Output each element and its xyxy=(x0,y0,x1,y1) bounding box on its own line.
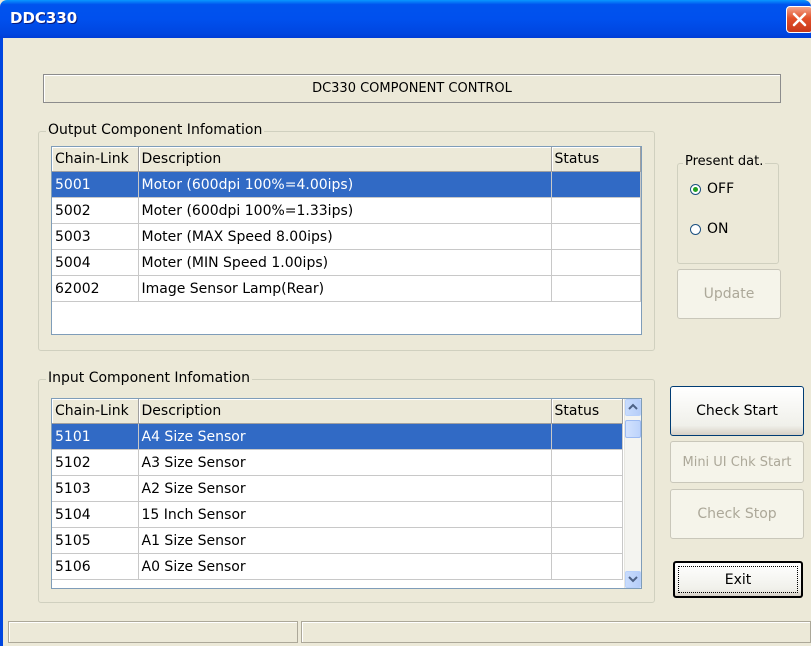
column-header-chain-link[interactable]: Chain-Link xyxy=(52,147,139,172)
radio-off[interactable]: OFF xyxy=(690,181,734,197)
scroll-up-button[interactable] xyxy=(625,399,641,416)
chain-link-cell: 5002 xyxy=(52,197,139,224)
output-row[interactable]: 5002 Moter (600dpi 100%=1.33ips) xyxy=(52,197,641,224)
radio-on-label: ON xyxy=(707,221,729,237)
check-start-button[interactable]: Check Start xyxy=(670,386,804,436)
close-icon xyxy=(792,12,807,27)
output-row[interactable]: 5001 Motor (600dpi 100%=4.00ips) xyxy=(52,171,641,198)
status-cell xyxy=(551,423,623,450)
column-header-description[interactable]: Description xyxy=(138,399,552,424)
window-border xyxy=(0,38,3,646)
chain-link-cell: 5104 xyxy=(52,501,139,528)
present-data-legend: Present dat. xyxy=(683,154,766,170)
output-row[interactable]: 5004 Moter (MIN Speed 1.00ips) xyxy=(52,249,641,276)
description-cell: 15 Inch Sensor xyxy=(138,501,552,528)
status-cell xyxy=(551,197,641,224)
output-header-row: Chain-Link Description Status xyxy=(52,147,641,172)
column-header-status[interactable]: Status xyxy=(551,147,641,172)
mini-ui-check-start-button[interactable]: Mini UI Chk Start xyxy=(670,441,804,483)
output-group-legend: Output Component Infomation xyxy=(46,122,265,138)
status-cell xyxy=(551,171,641,198)
status-cell xyxy=(551,527,623,554)
chain-link-cell: 5105 xyxy=(52,527,139,554)
radio-off-indicator[interactable] xyxy=(690,183,701,195)
status-pane-right xyxy=(301,621,811,643)
close-button[interactable] xyxy=(786,6,811,33)
scroll-thumb[interactable] xyxy=(625,420,641,438)
output-component-list[interactable]: Chain-Link Description Status 5001 Motor… xyxy=(51,146,642,335)
column-header-description[interactable]: Description xyxy=(138,147,552,172)
exit-button[interactable]: Exit xyxy=(673,561,803,598)
description-cell: A1 Size Sensor xyxy=(138,527,552,554)
description-cell: Image Sensor Lamp(Rear) xyxy=(138,275,552,302)
status-cell xyxy=(551,553,623,580)
status-cell xyxy=(551,275,641,302)
chain-link-cell: 5103 xyxy=(52,475,139,502)
status-pane-left xyxy=(8,621,298,643)
scroll-down-button[interactable] xyxy=(625,571,641,588)
radio-off-label: OFF xyxy=(707,181,735,197)
description-cell: Moter (MIN Speed 1.00ips) xyxy=(138,249,552,276)
column-header-chain-link[interactable]: Chain-Link xyxy=(52,399,139,424)
check-stop-button[interactable]: Check Stop xyxy=(670,489,804,539)
chain-link-cell: 5004 xyxy=(52,249,139,276)
status-cell xyxy=(551,501,623,528)
input-header-row: Chain-Link Description Status xyxy=(52,399,623,424)
chain-link-cell: 5003 xyxy=(52,223,139,250)
input-row[interactable]: 5104 15 Inch Sensor xyxy=(52,501,623,528)
description-cell: Moter (600dpi 100%=1.33ips) xyxy=(138,197,552,224)
focus-rectangle xyxy=(678,566,798,593)
column-header-status[interactable]: Status xyxy=(551,399,623,424)
input-list-scrollbar[interactable] xyxy=(624,399,641,588)
window-title: DDC330 xyxy=(10,9,78,27)
output-row[interactable]: 5003 Moter (MAX Speed 8.00ips) xyxy=(52,223,641,250)
description-cell: A2 Size Sensor xyxy=(138,475,552,502)
title-bar[interactable]: DDC330 xyxy=(0,0,811,38)
output-row[interactable]: 62002 Image Sensor Lamp(Rear) xyxy=(52,275,641,302)
chain-link-cell: 5106 xyxy=(52,553,139,580)
present-data-group xyxy=(677,163,779,264)
chain-link-cell: 5101 xyxy=(52,423,139,450)
chain-link-cell: 5102 xyxy=(52,449,139,476)
component-control-header: DC330 COMPONENT CONTROL xyxy=(43,74,781,103)
description-cell: A0 Size Sensor xyxy=(138,553,552,580)
input-row[interactable]: 5105 A1 Size Sensor xyxy=(52,527,623,554)
radio-on-indicator[interactable] xyxy=(690,223,701,235)
chain-link-cell: 5001 xyxy=(52,171,139,198)
chevron-up-icon xyxy=(628,403,638,410)
input-row[interactable]: 5103 A2 Size Sensor xyxy=(52,475,623,502)
status-cell xyxy=(551,475,623,502)
description-cell: A3 Size Sensor xyxy=(138,449,552,476)
status-cell xyxy=(551,449,623,476)
status-cell xyxy=(551,249,641,276)
input-row[interactable]: 5102 A3 Size Sensor xyxy=(52,449,623,476)
input-row[interactable]: 5106 A0 Size Sensor xyxy=(52,553,623,580)
status-bar xyxy=(8,621,811,646)
chain-link-cell: 62002 xyxy=(52,275,139,302)
input-component-list[interactable]: Chain-Link Description Status 5101 A4 Si… xyxy=(51,398,642,589)
description-cell: Moter (MAX Speed 8.00ips) xyxy=(138,223,552,250)
update-button[interactable]: Update xyxy=(677,269,781,319)
status-cell xyxy=(551,223,641,250)
input-group-legend: Input Component Infomation xyxy=(46,370,252,386)
description-cell: Motor (600dpi 100%=4.00ips) xyxy=(138,171,552,198)
chevron-down-icon xyxy=(628,576,638,583)
description-cell: A4 Size Sensor xyxy=(138,423,552,450)
input-row[interactable]: 5101 A4 Size Sensor xyxy=(52,423,623,450)
radio-on[interactable]: ON xyxy=(690,221,729,237)
app-window: DDC330 DC330 COMPONENT CONTROL Output Co… xyxy=(0,0,811,646)
